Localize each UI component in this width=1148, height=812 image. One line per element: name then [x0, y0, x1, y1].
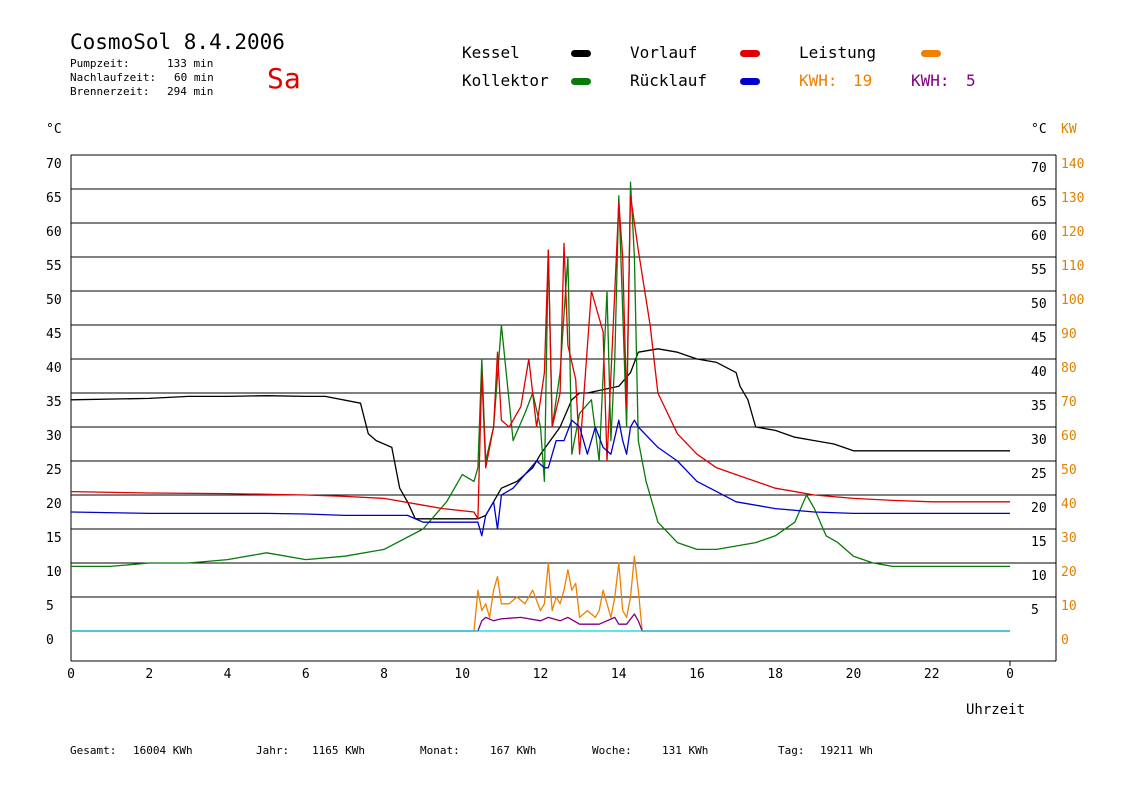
y-tick-label-right-kw: 80 — [1061, 361, 1077, 376]
y-tick-label-right-kw: 10 — [1061, 599, 1077, 614]
x-tick-label: 10 — [454, 667, 470, 682]
y-tick-label-right-c: 55 — [1031, 263, 1047, 278]
y-tick-label-right-c: 65 — [1031, 195, 1047, 210]
y-tick-label-right-kw: 70 — [1061, 395, 1077, 410]
y-tick-label-right-c: 5 — [1031, 603, 1039, 618]
y-tick-label-right-c: 40 — [1031, 365, 1047, 380]
x-tick-label: 4 — [224, 667, 232, 682]
x-tick-label: 16 — [689, 667, 705, 682]
y-tick-label-right-kw: 0 — [1061, 633, 1069, 648]
x-tick-label: 18 — [767, 667, 783, 682]
footer-woche-value: 131 KWh — [662, 744, 709, 757]
y-axis-label-right-kw: KW — [1061, 122, 1077, 137]
y-tick-label-right-kw: 120 — [1061, 225, 1084, 240]
y-tick-label-right-c: 25 — [1031, 467, 1047, 482]
footer-monat-value: 167 KWh — [490, 744, 537, 757]
x-tick-label: 0 — [67, 667, 75, 682]
y-tick-label-left: 25 — [46, 463, 62, 478]
y-tick-label-right-kw: 20 — [1061, 565, 1077, 580]
x-tick-label: 22 — [924, 667, 940, 682]
y-tick-label-right-kw: 140 — [1061, 157, 1084, 172]
x-tick-label: 0 — [1006, 667, 1014, 682]
y-tick-label-right-c: 35 — [1031, 399, 1047, 414]
y-tick-label-right-c: 60 — [1031, 229, 1047, 244]
y-tick-label-right-c: 15 — [1031, 535, 1047, 550]
x-tick-label: 2 — [145, 667, 153, 682]
y-tick-label-right-kw: 100 — [1061, 293, 1084, 308]
y-tick-label-right-kw: 30 — [1061, 531, 1077, 546]
y-tick-label-left: 5 — [46, 599, 54, 614]
x-tick-label: 20 — [846, 667, 862, 682]
series-line-leistung — [71, 555, 1010, 632]
y-tick-label-right-c: 45 — [1031, 331, 1047, 346]
y-tick-label-left: 50 — [46, 293, 62, 308]
y-tick-label-left: 70 — [46, 157, 62, 172]
footer-tag-value: 19211 Wh — [820, 744, 873, 757]
series-line-kwh — [71, 613, 1010, 632]
temperature-chart: 0510152025303540455055606570510152025303… — [46, 122, 1084, 718]
x-axis-label: Uhrzeit — [966, 702, 1025, 718]
y-tick-label-right-c: 20 — [1031, 501, 1047, 516]
y-axis-label-right-c: °C — [1031, 122, 1047, 137]
y-tick-label-left: 20 — [46, 497, 62, 512]
footer-jahr-value: 1165 KWh — [312, 744, 365, 757]
y-tick-label-right-kw: 130 — [1061, 191, 1084, 206]
y-tick-label-right-c: 10 — [1031, 569, 1047, 584]
footer-jahr-label: Jahr: — [256, 744, 290, 757]
series-line-vorlauf — [70, 195, 1010, 520]
x-tick-label: 12 — [533, 667, 549, 682]
x-tick-label: 8 — [380, 667, 388, 682]
footer-gesamt-value: 16004 KWh — [133, 744, 193, 757]
y-tick-label-left: 40 — [46, 361, 62, 376]
series-line-kollektor — [71, 181, 1010, 568]
y-tick-label-right-c: 50 — [1031, 297, 1047, 312]
footer-gesamt-label: Gesamt: — [70, 744, 117, 757]
y-tick-label-left: 0 — [46, 633, 54, 648]
y-tick-label-right-kw: 110 — [1061, 259, 1084, 274]
y-tick-label-left: 15 — [46, 531, 62, 546]
footer-tag-label: Tag: — [778, 744, 805, 757]
y-tick-label-left: 60 — [46, 225, 62, 240]
y-tick-label-right-c: 30 — [1031, 433, 1047, 448]
y-tick-label-left: 45 — [46, 327, 62, 342]
y-axis-label-left: °C — [46, 122, 62, 137]
y-tick-label-left: 65 — [46, 191, 62, 206]
y-tick-label-right-c: 70 — [1031, 161, 1047, 176]
y-tick-label-right-kw: 40 — [1061, 497, 1077, 512]
y-tick-label-right-kw: 90 — [1061, 327, 1077, 342]
y-tick-label-left: 55 — [46, 259, 62, 274]
y-tick-label-right-kw: 50 — [1061, 463, 1077, 478]
y-tick-label-right-kw: 60 — [1061, 429, 1077, 444]
footer-woche-label: Woche: — [592, 744, 632, 757]
series-line-r-cklauf — [70, 419, 1010, 537]
x-tick-label: 14 — [611, 667, 627, 682]
y-tick-label-left: 35 — [46, 395, 62, 410]
y-tick-label-left: 30 — [46, 429, 62, 444]
x-tick-label: 6 — [302, 667, 310, 682]
y-tick-label-left: 10 — [46, 565, 62, 580]
footer-monat-label: Monat: — [420, 744, 460, 757]
